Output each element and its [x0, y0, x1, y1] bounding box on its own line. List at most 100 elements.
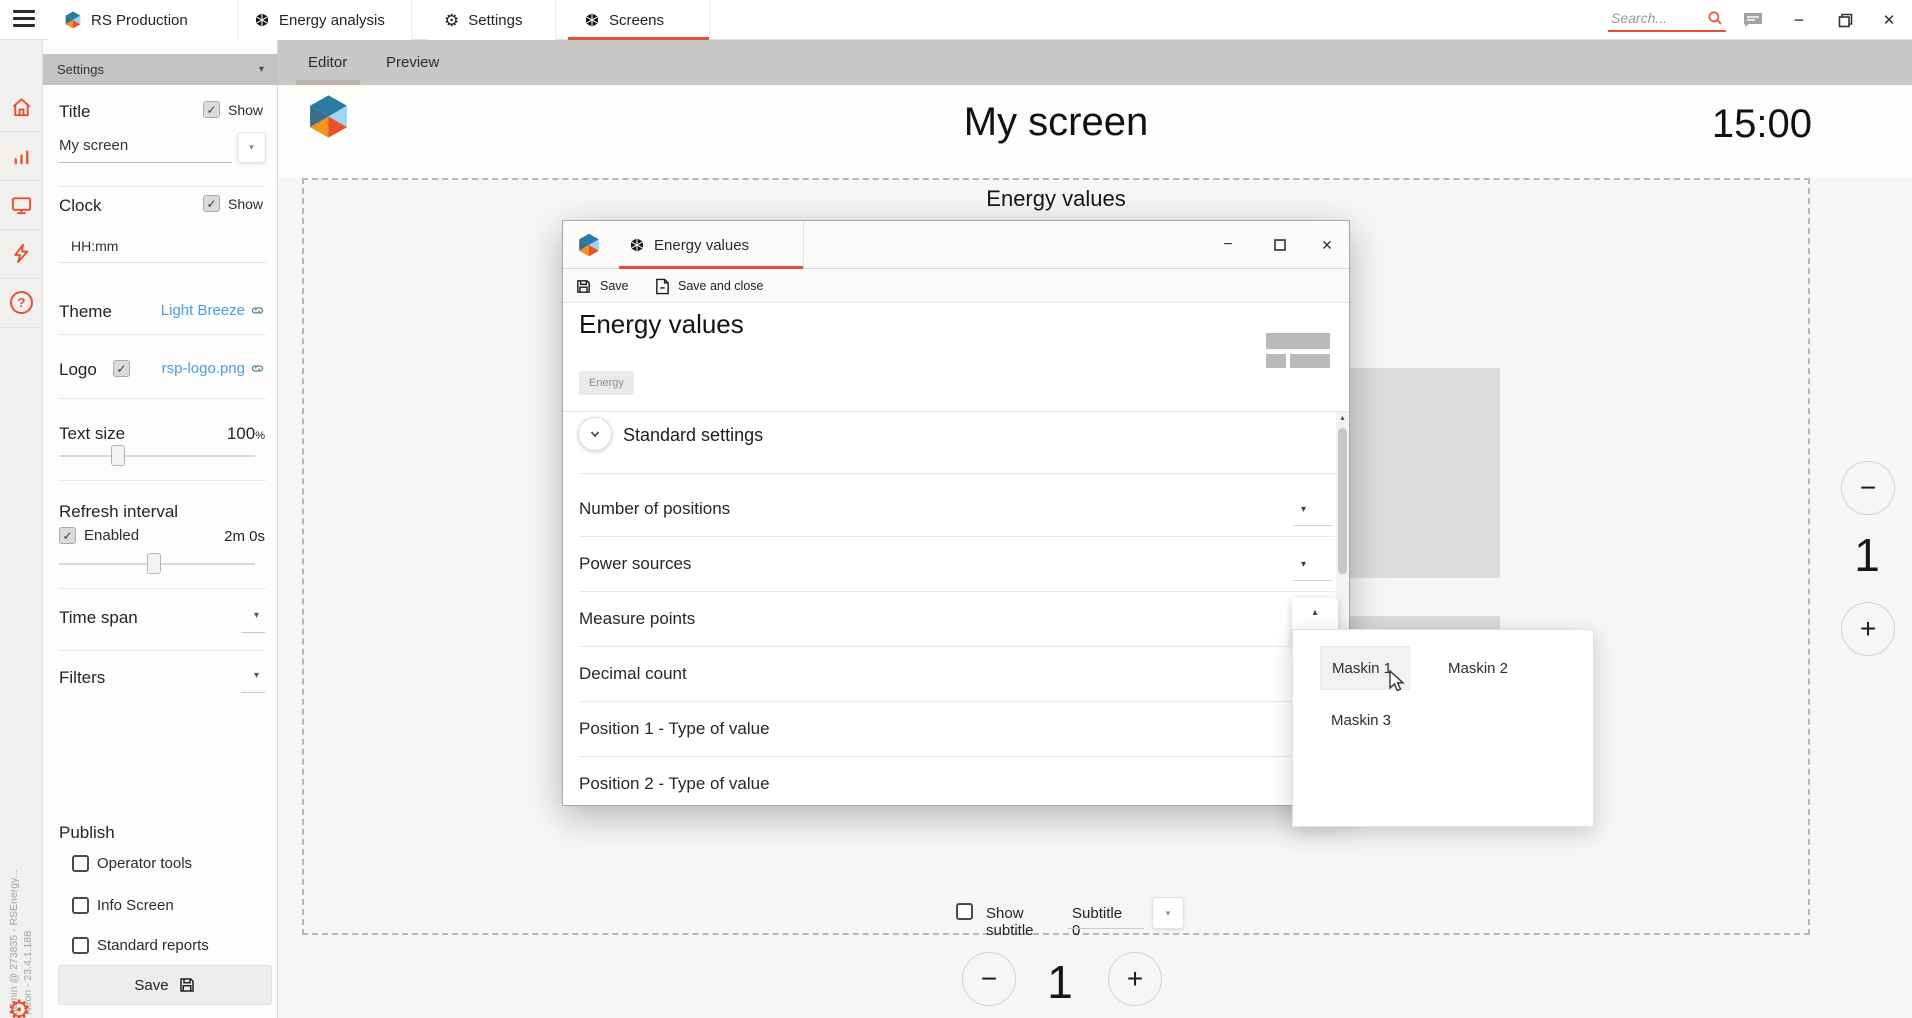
publish-standard-reports-checkbox[interactable]: Standard reports	[72, 937, 209, 954]
column-minus-button[interactable]: −	[1841, 461, 1895, 515]
sidebar-header-label: Settings	[57, 62, 259, 77]
left-icon-rail: ? admin @ 273835 - RSEnergy... Neon - 23…	[0, 40, 43, 1018]
save-icon	[575, 278, 592, 295]
save-button[interactable]: Save	[575, 269, 629, 303]
publish-info-screen-checkbox[interactable]: Info Screen	[72, 897, 174, 914]
setting-row-label[interactable]: Position 2 - Type of value	[579, 774, 770, 794]
tab-energy-analysis[interactable]: Energy analysis	[238, 0, 412, 40]
refresh-interval-slider[interactable]	[59, 563, 255, 565]
title-dropdown-button[interactable]: ▾	[237, 132, 266, 163]
clock-format-input[interactable]: HH:mm	[71, 238, 118, 254]
maximize-icon	[1274, 239, 1286, 251]
close-button[interactable]: ✕	[1872, 0, 1906, 40]
screen-title-input[interactable]: My screen	[59, 137, 128, 154]
editor-tab-bar: Editor Preview	[278, 40, 1912, 85]
hamburger-menu-icon[interactable]	[13, 10, 35, 29]
tab-rs-production[interactable]: RS Production	[48, 0, 238, 40]
dialog-tab-energy-values[interactable]: Energy values	[619, 221, 803, 269]
collapse-section-button[interactable]	[578, 417, 612, 451]
save-icon	[178, 976, 196, 994]
divider	[579, 591, 1335, 592]
link-icon	[250, 303, 265, 318]
chevron-down-icon[interactable]: ▾	[254, 610, 259, 621]
theme-link[interactable]: Light Breeze	[161, 302, 265, 319]
option-label: Operator tools	[97, 855, 192, 872]
feedback-icon[interactable]	[1736, 0, 1770, 40]
refresh-enabled-checkbox[interactable]: ✓ Enabled	[59, 527, 139, 544]
text-size-label: Text size	[59, 424, 125, 444]
dialog-titlebar: Energy values − ✕	[563, 221, 1349, 269]
minimize-button[interactable]: −	[1782, 0, 1816, 40]
tab-label: RS Production	[91, 12, 188, 29]
cube-icon	[584, 12, 600, 28]
scrollbar-thumb[interactable]	[1338, 428, 1347, 574]
cube-icon	[254, 12, 270, 28]
restore-icon	[1838, 13, 1853, 28]
setting-row-label[interactable]: Power sources	[579, 554, 691, 574]
divider	[0, 229, 43, 230]
bar-chart-icon[interactable]	[10, 145, 33, 168]
home-icon[interactable]	[10, 96, 33, 119]
checkbox-checked-icon: ✓	[203, 101, 220, 118]
tab-preview[interactable]: Preview	[386, 40, 439, 85]
tab-settings[interactable]: ⚙ Settings	[428, 0, 556, 40]
slider-thumb[interactable]	[147, 553, 161, 574]
page-minus-button[interactable]: −	[962, 952, 1016, 1006]
logo-link[interactable]: rsp-logo.png	[162, 360, 265, 377]
dialog-minimize-button[interactable]: −	[1208, 221, 1248, 269]
settings-sidebar: Settings ▾ Title ✓ Show My screen ▾ Cloc…	[43, 40, 278, 1018]
theme-label: Theme	[59, 302, 112, 322]
input-underline	[59, 262, 266, 263]
sidebar-header[interactable]: Settings ▾	[43, 54, 278, 85]
divider	[803, 221, 804, 268]
option-maskin-2[interactable]: Maskin 2	[1437, 646, 1547, 690]
session-version: Neon - 23.4.1.188	[21, 765, 35, 1015]
setting-row-label[interactable]: Number of positions	[579, 499, 730, 519]
scroll-up-icon[interactable]: ▴	[1336, 413, 1349, 422]
chevron-down-icon[interactable]: ▾	[1301, 559, 1306, 570]
slider-thumb[interactable]	[111, 445, 125, 466]
title-show-checkbox[interactable]: ✓ Show	[203, 101, 263, 118]
help-icon[interactable]: ?	[10, 291, 33, 314]
input-underline	[241, 632, 265, 633]
checkbox-checked-icon: ✓	[59, 527, 76, 544]
layout-preview-icon	[1290, 354, 1330, 368]
subtitle-dropdown-button[interactable]: ▾	[1152, 897, 1184, 929]
chevron-down-icon[interactable]: ▾	[254, 670, 259, 681]
clock-show-checkbox[interactable]: ✓ Show	[203, 195, 263, 212]
screens-icon[interactable]	[10, 194, 33, 217]
logo-checkbox[interactable]: ✓	[113, 360, 130, 377]
screen-title: My screen	[302, 100, 1810, 145]
dialog-heading: Energy values	[579, 309, 744, 340]
show-subtitle-checkbox[interactable]	[956, 903, 973, 920]
tab-editor[interactable]: Editor	[308, 40, 347, 85]
option-maskin-3[interactable]: Maskin 3	[1320, 698, 1410, 742]
tab-screens[interactable]: Screens	[568, 0, 710, 40]
dialog-close-button[interactable]: ✕	[1307, 221, 1347, 269]
search-input[interactable]: Search...	[1608, 6, 1726, 32]
divider	[579, 701, 1335, 702]
save-button[interactable]: Save	[58, 965, 272, 1005]
chevron-down-icon[interactable]: ▾	[1301, 504, 1306, 515]
text-size-slider[interactable]	[59, 455, 255, 457]
page-plus-button[interactable]: +	[1108, 952, 1162, 1006]
setting-row-label[interactable]: Measure points	[579, 609, 695, 629]
chevron-up-icon: ▴	[1312, 607, 1317, 618]
divider	[563, 411, 1349, 412]
divider	[59, 186, 266, 187]
restore-button[interactable]	[1828, 0, 1862, 40]
divider	[59, 480, 266, 481]
divider	[0, 327, 43, 328]
save-label: Save	[600, 279, 629, 293]
session-user: admin @ 273835 - RSEnergy...	[7, 765, 21, 1015]
energy-icon[interactable]	[10, 242, 33, 265]
subtitle-input[interactable]: Subtitle 0	[1072, 905, 1122, 939]
dialog-maximize-button[interactable]	[1260, 221, 1300, 269]
publish-operator-tools-checkbox[interactable]: Operator tools	[72, 855, 192, 872]
gear-icon[interactable]: ⚙	[7, 997, 31, 1018]
column-plus-button[interactable]: +	[1841, 602, 1895, 656]
save-and-close-button[interactable]: Save and close	[655, 269, 763, 303]
setting-row-label[interactable]: Decimal count	[579, 664, 687, 684]
divider	[0, 278, 43, 279]
setting-row-label[interactable]: Position 1 - Type of value	[579, 719, 770, 739]
